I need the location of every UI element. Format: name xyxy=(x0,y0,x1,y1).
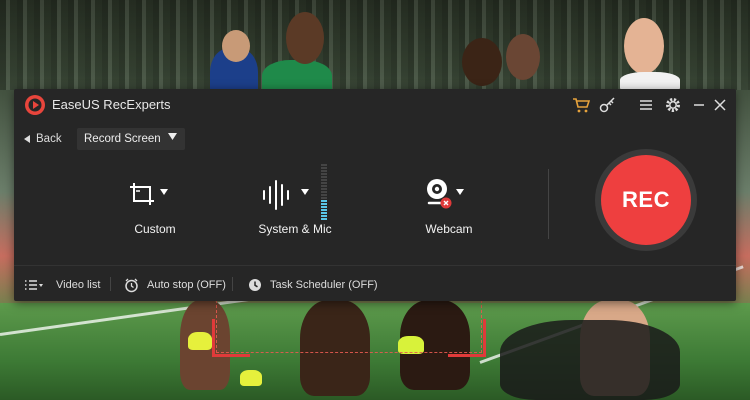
close-icon[interactable] xyxy=(711,96,729,114)
custom-label: Custom xyxy=(134,222,176,236)
level-segment xyxy=(321,182,327,184)
level-segment xyxy=(321,194,327,196)
sound-wave-icon xyxy=(263,180,289,210)
webcam-label: Webcam xyxy=(425,222,473,236)
runner-head xyxy=(462,38,502,86)
level-segment xyxy=(321,170,327,172)
region-handle-bottom-right[interactable] xyxy=(448,319,486,357)
divider xyxy=(110,277,111,291)
clock-icon xyxy=(249,279,261,291)
auto-stop-label: Auto stop (OFF) xyxy=(147,279,226,291)
level-segment xyxy=(321,212,327,214)
app-logo-icon xyxy=(25,95,45,115)
bottom-bar: Video list Auto stop (OFF) Task Schedule… xyxy=(14,265,736,301)
alarm-clock-icon xyxy=(125,278,138,292)
level-segment xyxy=(321,185,327,187)
level-segment xyxy=(321,191,327,193)
divider xyxy=(232,277,233,291)
level-segment xyxy=(321,197,327,199)
back-label: Back xyxy=(36,133,62,145)
task-scheduler-button[interactable]: Task Scheduler (OFF) xyxy=(248,276,378,294)
shoe xyxy=(240,370,262,386)
level-segment xyxy=(321,209,327,211)
shoe xyxy=(188,332,212,350)
camera-equipment xyxy=(500,320,680,400)
webcam-icon xyxy=(427,179,452,209)
region-handle-bottom-left[interactable] xyxy=(212,319,250,357)
video-list-button[interactable]: Video list xyxy=(24,276,100,294)
settings-icon[interactable] xyxy=(664,96,682,114)
rec-button[interactable]: REC xyxy=(595,149,697,251)
video-list-label: Video list xyxy=(56,279,101,291)
chevron-down-icon[interactable] xyxy=(160,189,168,195)
level-segment xyxy=(321,176,327,178)
list-icon xyxy=(25,280,43,290)
chevron-down-icon xyxy=(168,133,177,140)
back-button[interactable]: Back xyxy=(24,130,62,148)
level-segment xyxy=(321,173,327,175)
runner-head xyxy=(624,18,664,74)
minimize-icon[interactable] xyxy=(690,96,708,114)
key-icon[interactable] xyxy=(599,96,617,114)
runner-head xyxy=(286,12,324,64)
level-segment xyxy=(321,200,327,202)
webcam-option[interactable]: Webcam xyxy=(406,175,492,239)
level-segment xyxy=(321,215,327,217)
chevron-down-icon[interactable] xyxy=(456,189,464,195)
runner-head xyxy=(222,30,250,62)
recorder-window: EaseUS RecExperts Back Record Screen Cus… xyxy=(14,89,736,301)
title-bar: EaseUS RecExperts xyxy=(14,89,736,121)
record-mode-select[interactable]: Record Screen xyxy=(77,128,185,150)
divider xyxy=(548,169,549,239)
record-mode-value: Record Screen xyxy=(84,133,161,145)
rec-button-face: REC xyxy=(601,155,691,245)
audio-source-option[interactable]: System & Mic xyxy=(240,175,350,239)
level-segment xyxy=(321,206,327,208)
back-arrow-icon xyxy=(24,135,30,143)
level-segment xyxy=(321,218,327,220)
level-segment xyxy=(321,179,327,181)
chevron-down-icon[interactable] xyxy=(301,189,309,195)
auto-stop-button[interactable]: Auto stop (OFF) xyxy=(124,276,226,294)
audio-level-meter xyxy=(321,164,327,220)
audio-label: System & Mic xyxy=(258,222,332,236)
app-title: EaseUS RecExperts xyxy=(52,97,171,112)
crop-icon xyxy=(130,183,154,205)
custom-region-option[interactable]: Custom xyxy=(112,175,198,239)
level-segment xyxy=(321,167,327,169)
cart-icon[interactable] xyxy=(572,96,590,114)
level-segment xyxy=(321,188,327,190)
level-segment xyxy=(321,203,327,205)
menu-icon[interactable] xyxy=(637,96,655,114)
level-segment xyxy=(321,164,327,166)
task-scheduler-label: Task Scheduler (OFF) xyxy=(270,279,378,291)
runner-head xyxy=(506,34,540,80)
